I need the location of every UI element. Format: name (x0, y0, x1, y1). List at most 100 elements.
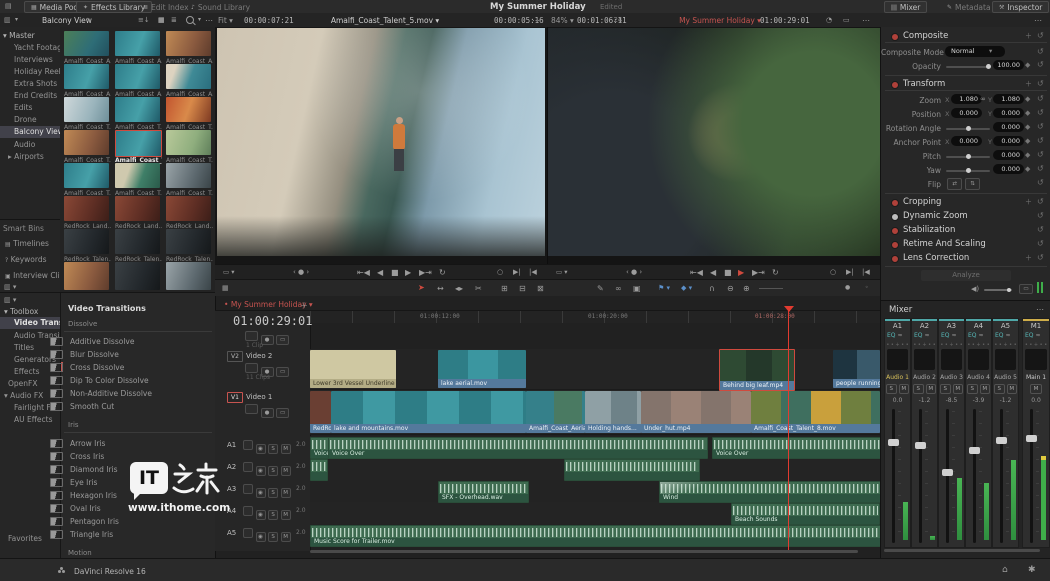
fx-item[interactable]: Hexagon Iris (70, 491, 117, 500)
solo-button[interactable]: S (268, 466, 278, 476)
fx-item[interactable]: Triangle Iris (70, 530, 113, 539)
sound-library-button[interactable]: ♪Sound Library (184, 1, 257, 13)
timeline-ruler[interactable]: 01:00:12:00 01:00:20:00 01:00:28:00 (310, 311, 880, 323)
media-clip-thumbnail[interactable] (115, 64, 160, 89)
fx-item[interactable]: Additive Dissolve (70, 337, 134, 346)
reset-icon[interactable]: ↺ (1037, 197, 1044, 206)
mute-button[interactable]: M (281, 510, 291, 520)
solo-button[interactable]: S (913, 384, 924, 394)
razor-tool-icon[interactable]: ✂ (475, 284, 482, 293)
reset-icon[interactable]: ↺ (1037, 178, 1044, 187)
timeline-play-button-active[interactable]: ▶ (738, 268, 744, 277)
strip-db[interactable]: -1.2 (993, 397, 1018, 404)
timeline-clip-video[interactable]: Amalfi_Coast_Aerial_7.mov (526, 391, 585, 433)
opacity-slider[interactable] (946, 66, 990, 68)
fx-item[interactable]: Diamond Iris (70, 465, 118, 474)
solo-button[interactable]: S (268, 488, 278, 498)
media-clip-thumbnail[interactable] (64, 31, 109, 56)
source-options-icon[interactable]: ⋯ (532, 16, 540, 25)
pitch-value[interactable]: 0.000 (993, 150, 1024, 160)
timeline-view-options-icon[interactable]: ▦ (222, 284, 229, 292)
keyframe-icon[interactable]: ◆ (1025, 137, 1030, 145)
flag-icon[interactable]: ⚑ ▾ (658, 284, 670, 292)
timeline-out-icon[interactable]: |◀ (862, 268, 870, 276)
strip-db[interactable]: -1.2 (912, 397, 937, 404)
timeline-clip-audio[interactable]: SFX - Overhead.wav (438, 481, 529, 503)
media-options-icon[interactable]: ⋯ (205, 16, 213, 25)
mute-button[interactable]: M (953, 384, 964, 394)
eq-button[interactable]: EQ ≈ (968, 332, 983, 339)
media-clip-thumbnail[interactable] (64, 64, 109, 89)
lens-correction-section-title[interactable]: Lens Correction (903, 253, 969, 263)
selection-tool-icon[interactable]: ➤ (418, 283, 425, 292)
media-search-caret-icon[interactable]: ▾ (198, 16, 201, 23)
link-icon[interactable]: ∞ (980, 95, 986, 103)
timeline-clip-audio[interactable]: Voice... (310, 437, 330, 459)
strip-name[interactable]: Audio 2 (912, 374, 937, 381)
timeline-timecode[interactable]: 01:00:29:01 (233, 314, 312, 328)
mute-button[interactable]: M (1030, 384, 1042, 394)
position-y-value[interactable]: 0.000 (993, 108, 1024, 118)
strip-name[interactable]: Audio 1 (885, 374, 910, 381)
pan-control[interactable] (1025, 349, 1047, 370)
speaker-icon[interactable]: ◀) (971, 285, 979, 293)
fx-item[interactable]: Cross Dissolve (70, 363, 124, 372)
fader-handle[interactable] (915, 442, 926, 449)
toolbar-option-dot-icon[interactable]: ● (845, 284, 850, 291)
reset-icon[interactable]: ↺ (1037, 31, 1044, 40)
dim-icon[interactable]: ▭ (1019, 284, 1033, 294)
timeline-zoom-select[interactable]: 84% ▾ (551, 16, 574, 25)
lock-icon[interactable] (243, 484, 253, 494)
lock-icon[interactable] (245, 404, 258, 414)
media-clip-thumbnail[interactable] (166, 31, 211, 56)
link-clips-icon[interactable]: ∞ (615, 284, 622, 293)
bin-item[interactable]: Edits (14, 103, 32, 112)
zoom-y-value[interactable]: 1.080 (993, 94, 1024, 104)
fader-area[interactable] (939, 409, 964, 543)
stabilization-enable-toggle[interactable] (891, 227, 899, 235)
pan-control[interactable] (968, 349, 989, 370)
bin-item[interactable]: Drone (14, 115, 37, 124)
reset-icon[interactable]: ↺ (1037, 122, 1044, 131)
composite-mode-select[interactable]: Normal▾ (945, 46, 1005, 57)
mute-button[interactable]: M (899, 384, 910, 394)
timeline-match-frame-icon[interactable]: ○ (830, 268, 836, 276)
timeline-clip-video[interactable]: Amalfi_Coast_Talent_8.mov (751, 391, 880, 433)
media-clip-thumbnail[interactable] (166, 97, 211, 122)
timeline-clip-video[interactable]: Under_hut.mp4 (641, 391, 751, 433)
source-jog-icon[interactable]: ‹ ● › (293, 268, 309, 276)
timeline-clip-video[interactable]: RedRock_... (310, 391, 331, 433)
record-arm-icon[interactable]: ◉ (256, 510, 266, 520)
mute-button[interactable]: M (281, 466, 291, 476)
toolbar-option-dot-icon[interactable]: ◦ (865, 284, 869, 291)
keyframe-icon[interactable]: ◆ (1025, 151, 1030, 159)
strip-db[interactable]: -8.5 (939, 397, 964, 404)
solo-button[interactable]: S (268, 532, 278, 542)
lens-correction-enable-toggle[interactable] (891, 255, 899, 263)
enable-track-icon[interactable]: ▭ (276, 367, 289, 377)
bin-item[interactable]: End Credits (14, 91, 57, 100)
position-lock-icon[interactable]: ▣ (633, 284, 641, 293)
reset-icon[interactable]: ↺ (1037, 79, 1044, 88)
reset-icon[interactable]: ↺ (1037, 239, 1044, 248)
strip-db[interactable]: 0.0 (885, 397, 910, 404)
timeline-jog-icon[interactable]: ‹ ● › (626, 268, 642, 276)
media-clip-thumbnail[interactable] (64, 196, 109, 221)
fader-handle[interactable] (996, 437, 1007, 444)
source-viewer-canvas[interactable] (217, 28, 545, 256)
project-manager-icon[interactable]: ⌂ (1002, 565, 1008, 575)
strip-db[interactable]: 0.0 (1023, 397, 1049, 404)
retime-enable-toggle[interactable] (891, 241, 899, 249)
playhead-marker[interactable] (784, 306, 794, 312)
composite-enable-toggle[interactable] (891, 33, 899, 41)
zoom-in-icon[interactable]: ⊕ (743, 284, 750, 293)
lock-icon[interactable] (243, 506, 253, 516)
pen-tool-icon[interactable]: ✎ (597, 284, 604, 293)
track-a2-badge[interactable]: A2 (227, 463, 236, 471)
fx-item[interactable]: Dip To Color Dissolve (70, 376, 149, 385)
zoom-slider[interactable] (759, 288, 783, 289)
bin-item[interactable]: Yacht Footage (14, 43, 66, 52)
timeline-clip-audio[interactable]: Beach Sounds (731, 503, 880, 525)
fader-area[interactable] (1023, 409, 1049, 543)
stabilization-section-title[interactable]: Stabilization (903, 225, 955, 235)
